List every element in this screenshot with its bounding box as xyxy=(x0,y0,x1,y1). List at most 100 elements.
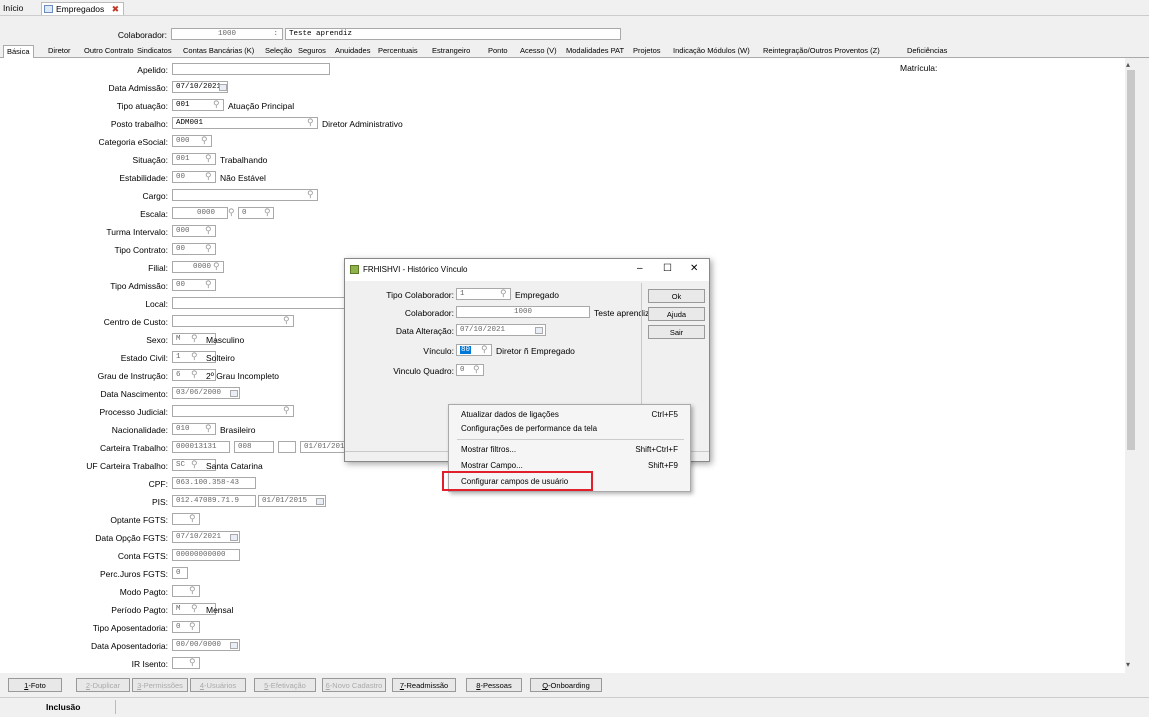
search-icon[interactable]: ⚲ xyxy=(283,405,290,416)
tab-selecao[interactable]: Seleção xyxy=(265,46,292,55)
tab-contas-bancarias[interactable]: Contas Bancárias (K) xyxy=(183,46,254,55)
search-icon[interactable]: ⚲ xyxy=(191,459,198,470)
calendar-icon[interactable] xyxy=(230,534,238,541)
ajuda-button[interactable]: Ajuda xyxy=(648,307,705,321)
search-icon[interactable]: ⚲ xyxy=(213,261,220,272)
search-icon[interactable]: ⚲ xyxy=(189,513,196,524)
search-icon[interactable]: ⚲ xyxy=(205,243,212,254)
search-icon[interactable]: ⚲ xyxy=(307,189,314,200)
search-icon[interactable]: ⚲ xyxy=(283,315,290,326)
carteira-data-input[interactable]: 01/01/2015 xyxy=(300,441,350,453)
minimize-icon[interactable]: – xyxy=(637,263,643,274)
pis-input[interactable]: 012.47089.71.9 xyxy=(172,495,256,507)
tab-outro-contrato[interactable]: Outro Contrato xyxy=(84,46,134,55)
tab-inicio[interactable]: Início xyxy=(3,3,23,13)
close-tab-icon[interactable]: ✖ xyxy=(112,4,120,14)
tab-indicacao-modulos[interactable]: Indicação Módulos (W) xyxy=(673,46,750,55)
dlg-colab-input[interactable]: 1000 xyxy=(456,306,590,318)
search-icon[interactable]: ⚲ xyxy=(201,135,208,146)
search-icon[interactable]: ⚲ xyxy=(307,117,314,128)
search-icon[interactable]: ⚲ xyxy=(191,333,198,344)
calendar-icon[interactable] xyxy=(316,498,324,505)
onboarding-button[interactable]: Q-Onboarding xyxy=(530,678,602,692)
local-input[interactable] xyxy=(172,297,348,309)
dialog-title-bar[interactable]: FRHISHVI - Histórico Vínculo – ☐ ✕ xyxy=(345,259,709,281)
search-icon[interactable]: ⚲ xyxy=(473,364,480,375)
close-icon[interactable]: ✕ xyxy=(690,263,698,274)
search-icon[interactable]: ⚲ xyxy=(191,351,198,362)
processo-judicial-input[interactable] xyxy=(172,405,294,417)
tab-modalidades-pat[interactable]: Modalidades PAT xyxy=(566,46,624,55)
tab-estrangeiro[interactable]: Estrangeiro xyxy=(432,46,470,55)
duplicar-button[interactable]: 2-Duplicar xyxy=(76,678,130,692)
tab-sindicatos[interactable]: Sindicatos xyxy=(137,46,172,55)
conta-fgts-input[interactable]: 00000000000 xyxy=(172,549,240,561)
tab-empregados[interactable]: Empregados ✖ xyxy=(41,2,125,15)
colaborador-code-input[interactable]: 1000: xyxy=(171,28,283,40)
tab-seguros[interactable]: Seguros xyxy=(298,46,326,55)
vertical-scrollbar[interactable]: ▴ ▾ xyxy=(1125,58,1136,673)
perc-juros-fgts-input[interactable]: 0 xyxy=(172,567,188,579)
menu-item-performance[interactable]: Configurações de performance da tela xyxy=(461,424,597,433)
calendar-icon[interactable] xyxy=(230,390,238,397)
search-icon[interactable]: ⚲ xyxy=(228,207,235,218)
escala-input[interactable]: 0000 xyxy=(172,207,228,219)
usuarios-button[interactable]: 4-Usuários xyxy=(190,678,246,692)
search-icon[interactable]: ⚲ xyxy=(191,369,198,380)
menu-item-filtros[interactable]: Mostrar filtros... xyxy=(461,445,516,454)
modo-pagto-input[interactable] xyxy=(172,585,200,597)
carteira-digito-input[interactable] xyxy=(278,441,296,453)
search-icon[interactable]: ⚲ xyxy=(189,657,196,668)
permissoes-button[interactable]: 3-Permissões xyxy=(132,678,188,692)
search-icon[interactable]: ⚲ xyxy=(205,171,212,182)
cpf-input[interactable]: 063.100.358-43 xyxy=(172,477,256,489)
tab-ponto[interactable]: Ponto xyxy=(488,46,508,55)
ir-isento-input[interactable] xyxy=(172,657,200,669)
menu-item-mostrar-campo[interactable]: Mostrar Campo... xyxy=(461,461,523,470)
foto-button[interactable]: 1-Foto xyxy=(8,678,62,692)
dlg-data-alt-input[interactable]: 07/10/2021 xyxy=(456,324,546,336)
dlg-vinculo-quadro-input[interactable]: 0 xyxy=(456,364,484,376)
search-icon[interactable]: ⚲ xyxy=(481,344,488,355)
efetivacao-button[interactable]: 5-Efetivação xyxy=(254,678,316,692)
readmissao-button[interactable]: 7-Readmissão xyxy=(392,678,456,692)
scroll-up-icon[interactable]: ▴ xyxy=(1126,60,1130,69)
calendar-icon[interactable] xyxy=(230,642,238,649)
scroll-down-icon[interactable]: ▾ xyxy=(1126,660,1130,669)
menu-item-atualizar[interactable]: Atualizar dados de ligações xyxy=(461,410,559,419)
calendar-icon[interactable] xyxy=(535,327,543,334)
search-icon[interactable]: ⚲ xyxy=(205,225,212,236)
search-icon[interactable]: ⚲ xyxy=(191,603,198,614)
carteira-trabalho-input[interactable]: 000013131 xyxy=(172,441,230,453)
search-icon[interactable]: ⚲ xyxy=(189,585,196,596)
tab-acesso[interactable]: Acesso (V) xyxy=(520,46,557,55)
optante-fgts-input[interactable] xyxy=(172,513,200,525)
search-icon[interactable]: ⚲ xyxy=(205,423,212,434)
tab-deficiencias[interactable]: Deficiências xyxy=(907,46,947,55)
search-icon[interactable]: ⚲ xyxy=(213,99,220,110)
apelido-input[interactable] xyxy=(172,63,330,75)
search-icon[interactable]: ⚲ xyxy=(205,279,212,290)
tab-reintegracao[interactable]: Reintegração/Outros Proventos (Z) xyxy=(763,46,880,55)
search-icon[interactable]: ⚲ xyxy=(500,288,507,299)
search-icon[interactable]: ⚲ xyxy=(264,207,271,218)
novo-cadastro-button[interactable]: 6-Novo Cadastro xyxy=(322,678,386,692)
centro-custo-input[interactable] xyxy=(172,315,294,327)
posto-trabalho-input[interactable]: ADM001 xyxy=(172,117,318,129)
scroll-thumb[interactable] xyxy=(1127,70,1135,450)
pessoas-button[interactable]: 8-Pessoas xyxy=(466,678,522,692)
search-icon[interactable]: ⚲ xyxy=(189,621,196,632)
ok-button[interactable]: Ok xyxy=(648,289,705,303)
cargo-input[interactable] xyxy=(172,189,318,201)
tab-projetos[interactable]: Projetos xyxy=(633,46,661,55)
tab-anuidades[interactable]: Anuidades xyxy=(335,46,370,55)
search-icon[interactable]: ⚲ xyxy=(205,153,212,164)
tab-diretor[interactable]: Diretor xyxy=(48,46,71,55)
tipo-aposentadoria-input[interactable]: 0 xyxy=(172,621,200,633)
maximize-icon[interactable]: ☐ xyxy=(663,263,672,274)
tab-percentuais[interactable]: Percentuais xyxy=(378,46,418,55)
sair-button[interactable]: Sair xyxy=(648,325,705,339)
calendar-icon[interactable] xyxy=(219,84,227,91)
tab-basica[interactable]: Básica xyxy=(3,45,34,58)
carteira-serie-input[interactable]: 008 xyxy=(234,441,274,453)
